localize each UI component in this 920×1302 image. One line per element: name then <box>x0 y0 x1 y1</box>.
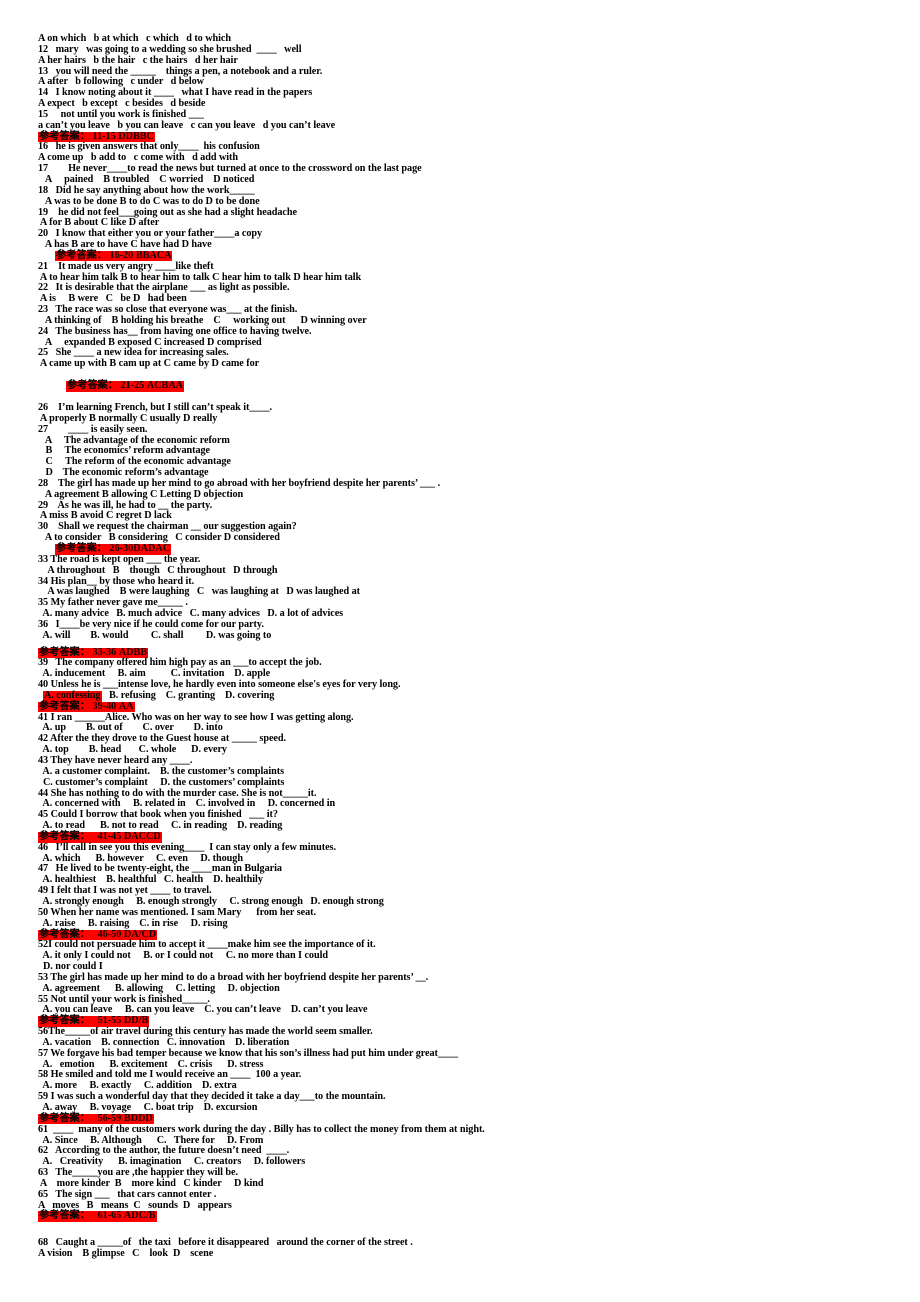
answer-key-label: 参考答案： <box>39 830 90 842</box>
question-block-33-36: 33 The road is kept open ___ the year. A… <box>38 554 898 642</box>
answer-key-highlight: 参考答案： 61-65 ADC/B <box>38 1210 157 1223</box>
document-body: A on which b at which c which d to which… <box>38 33 898 1260</box>
question-line: 57 We forgave his bad temper because we … <box>38 1047 459 1059</box>
document-page: A on which b at which c which d to which… <box>0 0 920 1302</box>
question-line: A throughout B though C throughout D thr… <box>38 564 278 576</box>
answer-key-label: 参考答案： <box>39 1210 90 1222</box>
question-line: 46 I’ll call in see you this evening____… <box>38 841 336 853</box>
question-line: 27 ____ is easily seen. <box>38 423 148 435</box>
answer-key-61-65: 参考答案： 61-65 ADC/B <box>38 1210 898 1223</box>
answer-key-range: 26-30 <box>109 542 134 554</box>
answer-key-answers: ADBB <box>118 646 148 658</box>
question-line: A. agreement B. allowing C. letting D. o… <box>38 982 280 994</box>
answer-key-highlight: 参考答案： 21-25 ACBAA <box>66 380 185 392</box>
answer-key-range: 41-45 <box>97 830 122 842</box>
answer-key-label: 参考答案： <box>56 249 107 261</box>
answer-key-range: 46-50 <box>97 928 122 940</box>
answer-key-answers: DA/CD <box>123 928 157 940</box>
answer-key-label: 参考答案： <box>67 380 118 392</box>
answer-key-answers: BDDD <box>123 1112 153 1124</box>
answer-key-answers: DACCD <box>123 830 161 842</box>
question-line: 21 It made us very angry ____like theft <box>38 260 214 272</box>
answer-key-range: 11-15 <box>92 130 116 142</box>
question-block-61-65: 61 ____ many of the customers work durin… <box>38 1123 898 1212</box>
question-line: A properly B normally C usually D really <box>38 412 218 424</box>
question-line: 65 The sign ___ that cars cannot enter . <box>38 1188 217 1200</box>
answer-key-answers: BBACA <box>135 249 172 261</box>
question-block-26-30: 26 I’m learning French, but I still can’… <box>38 402 898 544</box>
answer-key-label: 参考答案： <box>39 646 90 658</box>
question-line: a can’t you leave b you can leave c can … <box>38 119 336 131</box>
question-block-11-15: A on which b at which c which d to which… <box>38 33 898 132</box>
question-line: A came up with B cam up at C came by D c… <box>38 358 260 370</box>
question-line: A. to read B. not to read C. in reading … <box>38 820 283 832</box>
answer-key-range: 21-25 <box>120 380 145 392</box>
question-line: A. will B. would C. shall D. was going t… <box>38 629 272 641</box>
question-block-39-40: 39 The company offered him high pay as a… <box>38 658 898 702</box>
answer-key-answers: ADC/B <box>123 1210 156 1222</box>
question-option-line-highlighted: A. confessing B. refusing C. granting D.… <box>38 689 898 702</box>
answer-key-highlight: 参考答案： 39-40 AA <box>38 700 135 713</box>
question-line: A. you can leave B. can you leave C. you… <box>38 1004 368 1016</box>
answer-key-range: 33-36 <box>92 646 117 658</box>
answer-key-answers: AA <box>118 700 134 712</box>
question-line: 24 The business has__ from having one of… <box>38 325 312 337</box>
answer-key-label: 参考答案： <box>39 130 90 142</box>
question-line: A. away B. voyage C. boat trip D. excurs… <box>38 1102 258 1113</box>
question-line: A was to be done B to do C was to do D t… <box>38 195 260 207</box>
question-line: A. raise B. raising C. in rise D. rising <box>38 917 228 929</box>
answer-key-range: 16-20 <box>109 249 134 261</box>
answer-key-label: 参考答案： <box>56 542 107 554</box>
answer-key-answers: DADAC <box>133 542 171 554</box>
answer-key-range: 39-40 <box>92 700 117 712</box>
answer-key-answers: DDBBC <box>118 130 154 142</box>
answer-key-answers: DD/B <box>123 1015 149 1027</box>
answer-key-21-25: 参考答案： 21-25 ACBAA <box>38 380 898 392</box>
question-line: C. customer’s complaint D. the customers… <box>38 776 285 788</box>
answer-key-39-40: 参考答案： 39-40 AA <box>38 700 898 713</box>
question-block-52-55: 52I could not persuade him to accept it … <box>38 939 898 1016</box>
answer-key-highlight: 参考答案： 41-45 DACCD <box>38 830 162 843</box>
answer-key-highlight: 参考答案： 16-20 BBACA <box>55 249 173 262</box>
question-block-16-20: 16 he is given answers that only____ his… <box>38 142 898 250</box>
question-line: A moves B means C sounds D appears <box>38 1199 232 1211</box>
answer-key-range: 56-59 <box>97 1112 122 1124</box>
answer-key-label: 参考答案： <box>39 700 90 712</box>
question-line: A vision B glimpse C look D scene <box>38 1248 214 1260</box>
answer-key-answers: ACBAA <box>146 380 184 392</box>
answer-key-highlight: 参考答案： 26-30DADAC <box>55 542 172 555</box>
question-block-41-45: 41 I ran ______Alice. Who was on her way… <box>38 712 898 832</box>
question-block-46-50: 46 I’ll call in see you this evening____… <box>38 841 898 930</box>
answer-key-highlight: 参考答案： 56-59 BDDD <box>38 1112 154 1125</box>
answer-key-label: 参考答案： <box>39 1112 90 1124</box>
question-line: A. it only I could not B. or I could not… <box>38 950 328 962</box>
option-rest: B. refusing C. granting D. covering <box>101 689 275 701</box>
answer-key-label: 参考答案： <box>39 928 90 940</box>
answer-key-range: 51-55 <box>97 1015 122 1027</box>
question-block-21-25: 21 It made us very angry ____like theft … <box>38 260 898 370</box>
answer-key-range: 61-65 <box>97 1210 122 1222</box>
question-line: 19 he did not feel___going out as she ha… <box>38 206 297 218</box>
answer-key-label: 参考答案： <box>39 1015 90 1027</box>
question-block-56-59: 56The_____of air travel during this cent… <box>38 1026 898 1114</box>
question-line: A agreement B allowing C Letting D objec… <box>38 488 244 500</box>
question-line: A her hairs b the hair c the hairs d her… <box>38 54 238 66</box>
question-block-68: 68 Caught a _____of the taxi before it d… <box>38 1237 898 1260</box>
question-line: 61 ____ many of the customers work durin… <box>38 1123 485 1135</box>
